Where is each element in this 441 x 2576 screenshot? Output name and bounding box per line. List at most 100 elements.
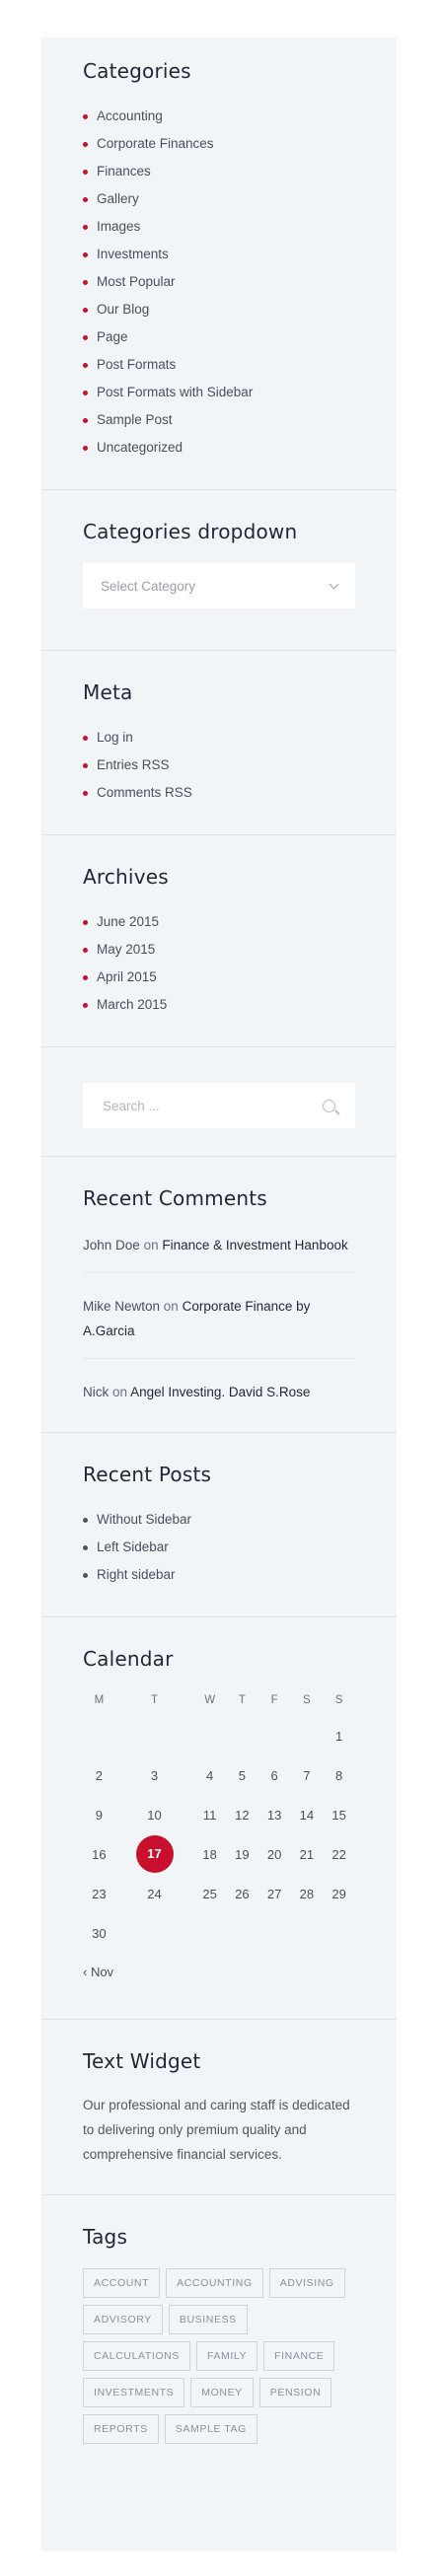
archive-link[interactable]: April 2015 [97, 969, 157, 984]
calendar-day: 15 [331, 1807, 346, 1823]
category-select[interactable]: Select Category [83, 563, 355, 608]
search-widget: Search ... [41, 1047, 397, 1157]
recent-post-link[interactable]: Without Sidebar [97, 1512, 191, 1527]
archive-item[interactable]: June 2015 [83, 908, 355, 936]
category-link[interactable]: Post Formats [97, 357, 176, 372]
archive-item[interactable]: April 2015 [83, 964, 355, 991]
search-placeholder: Search ... [103, 1098, 160, 1113]
category-item[interactable]: Investments [83, 241, 355, 268]
tag-link[interactable]: ACCOUNTING [166, 2268, 263, 2298]
calendar-day [83, 1716, 115, 1755]
calendar-table: MTWTFSS 1 2 3 4 5 6 7 8 9 10 11 12 13 14 15 16 17 18 19 20 2… [83, 1684, 355, 1953]
recent-post-link[interactable]: Right sidebar [97, 1567, 176, 1582]
comment-author[interactable]: Nick [83, 1385, 109, 1399]
tag-link[interactable]: FAMILY [195, 2341, 258, 2371]
tag-link[interactable]: INVESTMENTS [83, 2378, 185, 2407]
category-link[interactable]: Page [97, 329, 128, 344]
comment-post-link[interactable]: Finance & Investment Hanbook [162, 1238, 347, 1252]
category-item[interactable]: Post Formats [83, 351, 355, 379]
recent-comment: John Doe on Finance & Investment Hanbook [83, 1230, 355, 1273]
calendar-day [323, 1913, 355, 1953]
category-link[interactable]: Sample Post [97, 412, 173, 427]
category-link[interactable]: Our Blog [97, 302, 149, 317]
tag-link[interactable]: REPORTS [83, 2414, 159, 2444]
tag-link[interactable]: ADVISING [268, 2268, 345, 2298]
calendar-day: 2 [95, 1767, 103, 1783]
tags-title: Tags [83, 2225, 128, 2249]
comment-author[interactable]: Mike Newton [83, 1299, 160, 1314]
tag-link[interactable]: CALCULATIONS [83, 2341, 190, 2371]
tag-link[interactable]: FINANCE [263, 2341, 335, 2371]
category-item[interactable]: Uncategorized [83, 434, 355, 462]
tag-link[interactable]: SAMPLE TAG [164, 2414, 257, 2444]
meta-link[interactable]: Log in [97, 730, 133, 745]
tags-widget: Tags ACCOUNT ACCOUNTING ADVISING ADVISORY BU… [41, 2195, 397, 2471]
category-item[interactable]: Most Popular [83, 268, 355, 296]
recent-post-item[interactable]: Without Sidebar [83, 1506, 355, 1534]
archive-item[interactable]: March 2015 [83, 991, 355, 1019]
recent-post-link[interactable]: Left Sidebar [97, 1539, 169, 1554]
archive-link[interactable]: March 2015 [97, 997, 167, 1012]
archives-list: June 2015 May 2015 April 2015 March 2015 [83, 908, 355, 1019]
comment-on-word: on [143, 1238, 159, 1252]
category-link[interactable]: Post Formats with Sidebar [97, 385, 253, 399]
category-link[interactable]: Uncategorized [97, 440, 183, 455]
recent-comments-widget: Recent Comments John Doe on Finance & In… [41, 1157, 397, 1433]
category-item[interactable]: Post Formats with Sidebar [83, 379, 355, 406]
archive-link[interactable]: May 2015 [97, 942, 155, 957]
recent-posts-title: Recent Posts [83, 1463, 212, 1486]
category-link[interactable]: Accounting [97, 108, 163, 123]
calendar-day: 19 [235, 1846, 250, 1862]
recent-comments-list: John Doe on Finance & Investment Hanbook… [83, 1230, 355, 1404]
category-link[interactable]: Investments [97, 247, 169, 261]
calendar-prev-link[interactable]: ‹ Nov [83, 1965, 355, 1979]
calendar-day: 25 [202, 1886, 217, 1901]
search-input[interactable]: Search ... [83, 1083, 355, 1128]
calendar-day: 24 [147, 1886, 162, 1901]
category-item[interactable]: Gallery [83, 185, 355, 213]
archive-link[interactable]: June 2015 [97, 914, 159, 929]
categories-title: Categories [83, 59, 191, 83]
meta-item[interactable]: Log in [83, 724, 355, 751]
comment-author[interactable]: John Doe [83, 1238, 140, 1252]
tag-cloud: ACCOUNT ACCOUNTING ADVISING ADVISORY BUSINES… [83, 2268, 355, 2444]
recent-posts-list: Without Sidebar Left Sidebar Right sidebar [83, 1506, 355, 1589]
recent-comment: Mike Newton on Corporate Finance by A.Ga… [83, 1291, 355, 1359]
category-item[interactable]: Images [83, 213, 355, 241]
comment-on-word: on [163, 1299, 179, 1314]
tag-link[interactable]: BUSINESS [168, 2305, 248, 2334]
category-item[interactable]: Accounting [83, 103, 355, 130]
tag-link[interactable]: MONEY [190, 2378, 254, 2407]
category-link[interactable]: Gallery [97, 191, 139, 206]
meta-item[interactable]: Comments RSS [83, 779, 355, 807]
meta-link[interactable]: Entries RSS [97, 757, 170, 772]
category-item[interactable]: Sample Post [83, 406, 355, 434]
category-item[interactable]: Corporate Finances [83, 130, 355, 158]
category-link[interactable]: Images [97, 219, 140, 234]
category-link[interactable]: Finances [97, 164, 151, 179]
category-link[interactable]: Most Popular [97, 274, 176, 289]
category-item[interactable]: Page [83, 323, 355, 351]
category-link[interactable]: Corporate Finances [97, 136, 214, 151]
calendar-day [193, 1913, 226, 1953]
calendar-day: 8 [334, 1767, 343, 1783]
tag-link[interactable]: ACCOUNT [83, 2268, 161, 2298]
meta-item[interactable]: Entries RSS [83, 751, 355, 779]
search-icon[interactable] [323, 1099, 335, 1112]
categories-dropdown-widget: Categories dropdown Select Category [41, 490, 397, 651]
comment-post-link[interactable]: Angel Investing. David S.Rose [130, 1385, 310, 1399]
calendar-weekday: T [150, 1694, 159, 1706]
category-item[interactable]: Our Blog [83, 296, 355, 323]
meta-list: Log in Entries RSS Comments RSS [83, 724, 355, 807]
calendar-day: 16 [92, 1846, 107, 1862]
archive-item[interactable]: May 2015 [83, 936, 355, 964]
tag-link[interactable]: PENSION [258, 2378, 332, 2407]
tag-link[interactable]: ADVISORY [83, 2305, 163, 2334]
calendar-widget: Calendar MTWTFSS 1 2 3 4 5 6 7 8 9 10 11 12 13 14 15 16… [41, 1617, 397, 2020]
recent-post-item[interactable]: Right sidebar [83, 1561, 355, 1589]
calendar-day: 6 [270, 1767, 278, 1783]
meta-link[interactable]: Comments RSS [97, 785, 192, 800]
categories-widget: Categories Accounting Corporate Finances F… [41, 37, 397, 490]
category-item[interactable]: Finances [83, 158, 355, 185]
recent-post-item[interactable]: Left Sidebar [83, 1534, 355, 1561]
